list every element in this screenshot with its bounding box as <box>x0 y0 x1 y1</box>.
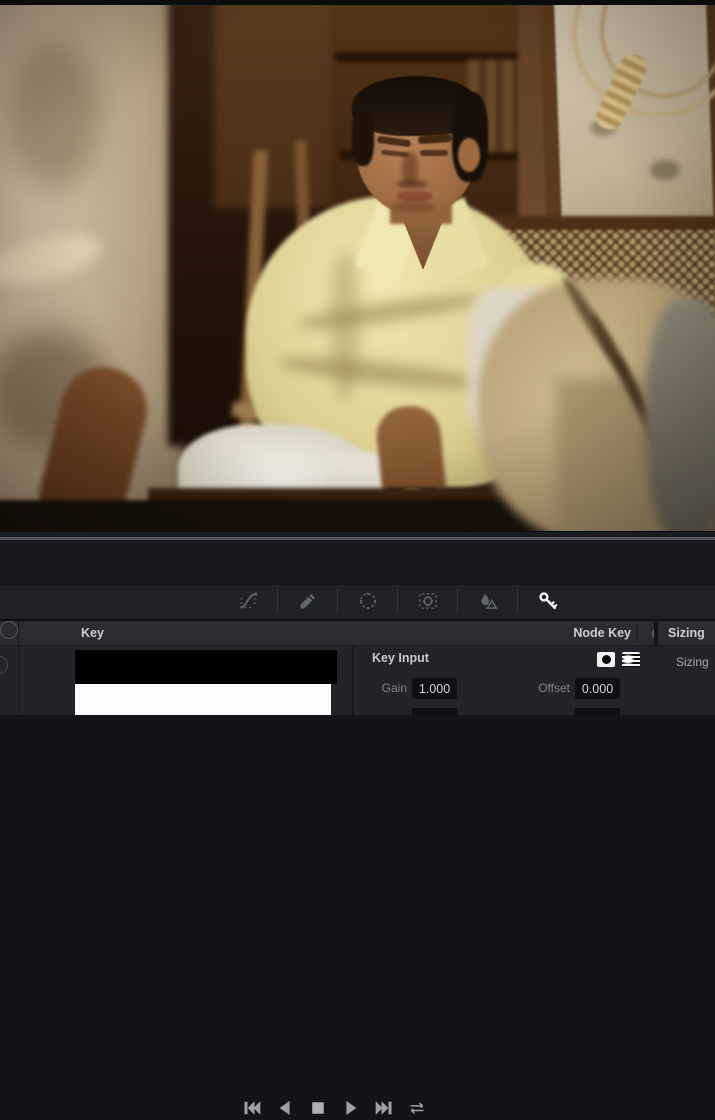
offset-input[interactable]: 0.000 <box>575 678 620 699</box>
palette-strip-header <box>0 621 19 645</box>
transport-controls <box>240 1096 429 1120</box>
palette-strip-body <box>0 646 19 715</box>
key-input-title: Key Input <box>372 651 429 665</box>
play-icon[interactable] <box>339 1096 363 1120</box>
clipped-palette-icon[interactable] <box>0 656 8 674</box>
tracker-icon[interactable] <box>398 585 457 617</box>
skip-first-icon[interactable] <box>240 1096 264 1120</box>
key-icon[interactable] <box>518 585 577 617</box>
gain-input[interactable]: 1.000 <box>412 678 457 699</box>
power-window-icon[interactable] <box>338 585 397 617</box>
key-matte-preview-dark[interactable] <box>75 650 337 684</box>
clipped-value-box[interactable] <box>412 708 457 715</box>
matte-stripes-icon[interactable] <box>622 652 640 667</box>
sizing-panel-header: Sizing <box>658 621 715 645</box>
gain-label: Gain <box>381 681 407 695</box>
header-separator <box>637 624 638 642</box>
vignette-overlay <box>0 0 715 531</box>
clipped-value-box[interactable] <box>575 708 620 715</box>
curves-icon[interactable] <box>218 585 277 617</box>
loop-icon[interactable] <box>405 1096 429 1120</box>
skip-last-icon[interactable] <box>372 1096 396 1120</box>
qualifier-icon[interactable] <box>278 585 337 617</box>
key-panel-header: Key Node Key <box>19 621 663 645</box>
stop-icon[interactable] <box>306 1096 330 1120</box>
node-key-label: Node Key <box>573 626 631 640</box>
viewer-top-bar <box>0 0 715 5</box>
sizing-panel-title: Sizing <box>668 626 705 640</box>
scrub-bar-track[interactable] <box>0 537 715 540</box>
matte-solid-dot <box>601 655 611 664</box>
palette-toolbar <box>0 585 715 621</box>
offset-label: Offset <box>538 681 570 695</box>
blur-icon[interactable] <box>458 585 517 617</box>
sizing-row-label: Sizing <box>676 655 709 669</box>
clipped-palette-icon[interactable] <box>0 621 18 639</box>
palette-tools <box>218 585 577 617</box>
sizing-panel-body: Sizing <box>658 646 715 715</box>
matte-stripes-highlight <box>623 655 633 664</box>
transport-bar <box>0 545 715 1116</box>
viewer-frame[interactable] <box>0 0 715 531</box>
key-matte-preview-light[interactable] <box>75 684 331 715</box>
matte-solid-icon[interactable] <box>597 652 615 667</box>
play-reverse-icon[interactable] <box>273 1096 297 1120</box>
